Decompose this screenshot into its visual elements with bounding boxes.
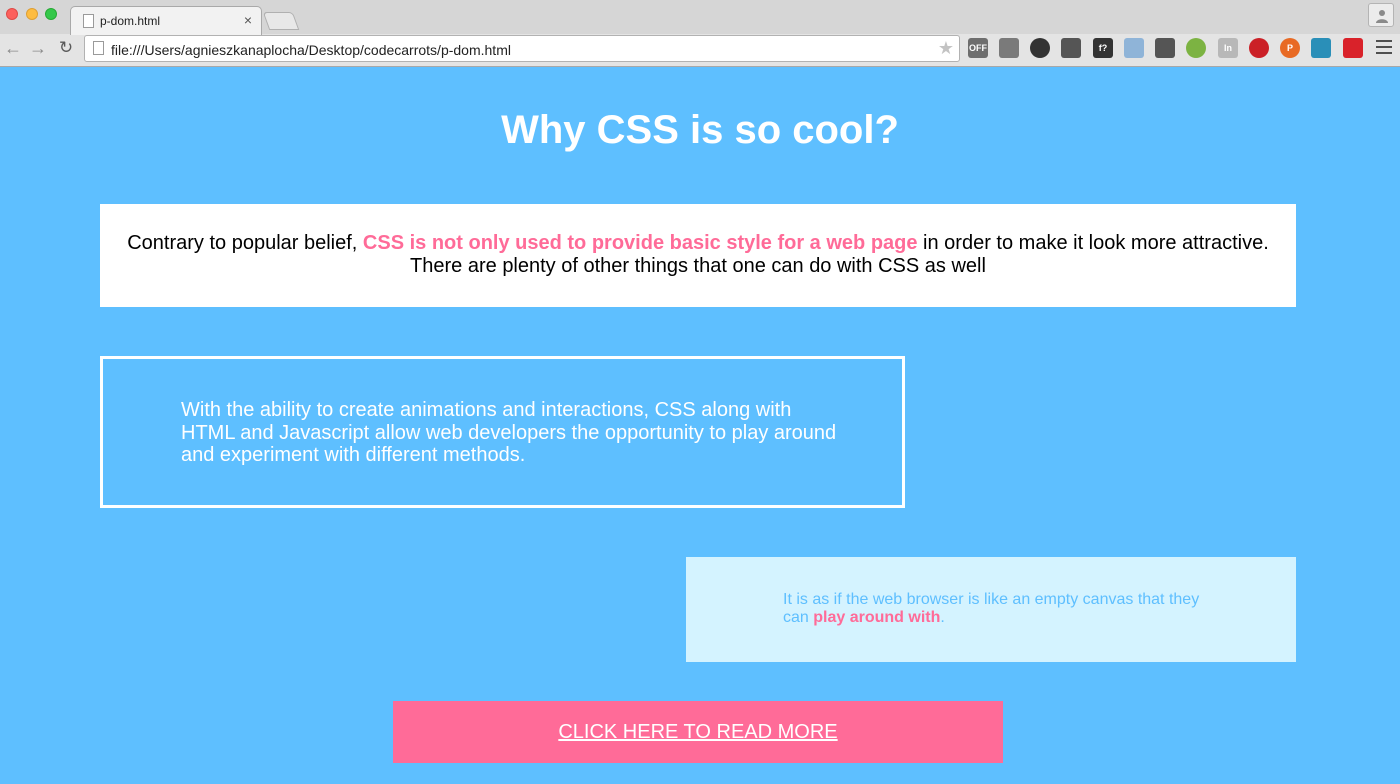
bookmark-star-icon[interactable]: ★ (938, 38, 954, 59)
page-icon (93, 41, 104, 55)
back-arrow-icon: ← (4, 38, 22, 58)
p-extension-icon[interactable]: P (1280, 38, 1300, 58)
back-button[interactable]: ← (2, 37, 24, 59)
user-icon (1376, 10, 1388, 23)
profile-button[interactable] (1368, 3, 1394, 27)
forward-button[interactable]: → (27, 37, 49, 59)
canvas-text: It is as if the web browser is like an e… (783, 591, 1203, 627)
intro-box: Contrary to popular belief, CSS is not o… (100, 204, 1296, 307)
circle-extension-icon[interactable] (1186, 38, 1206, 58)
intro-highlight: CSS is not only used to provide basic st… (362, 232, 918, 254)
reload-icon: ↻ (58, 38, 74, 57)
window-close-button[interactable] (6, 8, 18, 20)
animations-box: With the ability to create animations an… (100, 356, 905, 508)
tab-active[interactable]: p-dom.html × (70, 6, 262, 35)
pinterest-extension-icon[interactable] (1249, 38, 1269, 58)
new-tab-button[interactable] (262, 12, 300, 30)
tab-bar: p-dom.html × (0, 0, 1400, 35)
window-minimize-button[interactable] (26, 8, 38, 20)
animations-text: With the ability to create animations an… (181, 399, 837, 466)
in-extension-icon[interactable]: In (1218, 38, 1238, 58)
read-more-button[interactable]: CLICK HERE TO READ MORE (393, 701, 1003, 763)
canvas-text-after: . (940, 609, 945, 626)
intro-text-before: Contrary to popular belief, (127, 232, 363, 254)
wave-extension-icon[interactable] (1311, 38, 1331, 58)
ruler-extension-icon[interactable] (1061, 38, 1081, 58)
window-maximize-button[interactable] (45, 8, 57, 20)
address-bar[interactable]: file:///Users/agnieszkanaplocha/Desktop/… (84, 35, 960, 62)
tab-title: p-dom.html (100, 14, 161, 28)
bug-extension-icon[interactable] (999, 38, 1019, 58)
browser-chrome: p-dom.html × ← → ↻ file:///Users/agniesz… (0, 0, 1400, 67)
tab-close-icon[interactable]: × (244, 12, 252, 28)
canvas-highlight: play around with (813, 609, 941, 626)
page-icon (83, 14, 94, 28)
reload-button[interactable]: ↻ (55, 37, 77, 59)
red-extension-icon[interactable] (1343, 38, 1363, 58)
url-text[interactable]: file:///Users/agnieszkanaplocha/Desktop/… (111, 42, 511, 58)
camera-extension-icon[interactable] (1124, 38, 1144, 58)
menu-icon[interactable] (1376, 40, 1392, 58)
pin-extension-icon[interactable] (1155, 38, 1175, 58)
font-extension-icon[interactable]: f? (1093, 38, 1113, 58)
off-extension-icon[interactable]: OFF (968, 38, 988, 58)
page-title: Why CSS is so cool? (501, 108, 899, 152)
color-picker-extension-icon[interactable] (1030, 38, 1050, 58)
canvas-box: It is as if the web browser is like an e… (686, 557, 1296, 662)
forward-arrow-icon: → (29, 38, 47, 58)
